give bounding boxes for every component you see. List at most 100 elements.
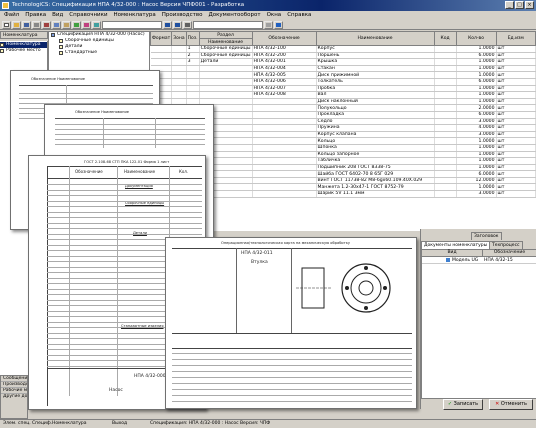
col-designation-br[interactable]: Обозначение <box>482 250 536 256</box>
menu-file[interactable]: Файл <box>4 11 19 20</box>
cell-name: Кольцо запорное <box>316 151 435 159</box>
col-zone[interactable]: Зона <box>171 31 187 46</box>
cell-pos <box>186 71 200 79</box>
table-row[interactable]: 1 Сборочные единицы НПА 4/32-100 Корпус 1.00… <box>150 45 536 53</box>
nav-forward-button[interactable] <box>173 21 182 29</box>
form-line <box>47 233 202 235</box>
cell-qty: 1.0000 <box>456 183 497 192</box>
cell-name: Табличка <box>316 157 435 165</box>
cut-button[interactable] <box>42 21 51 29</box>
menu-edit[interactable]: Правка <box>25 11 46 20</box>
menu-references[interactable]: Справочники <box>69 11 107 20</box>
status-tab-exit[interactable]: Выход <box>112 420 127 428</box>
tab-nomenclature[interactable]: Номенклатура <box>0 31 48 39</box>
tab-header[interactable]: Заголовок <box>471 232 502 240</box>
toolbar-dropdown-1[interactable] <box>102 21 162 29</box>
col-code[interactable]: Код <box>433 31 457 46</box>
tab-tech-process[interactable]: Техпроцесс <box>489 241 523 249</box>
cell-designation: НПА 4/32-200 <box>252 52 317 60</box>
menu-production[interactable]: Производство <box>162 11 203 20</box>
menu-windows[interactable]: Окна <box>267 11 282 20</box>
tree-button[interactable] <box>183 21 192 29</box>
doc-row[interactable]: Модель UG НПА 4/32-15 <box>422 257 536 264</box>
col-pos[interactable]: Поз. <box>185 31 200 46</box>
form-line <box>172 377 412 378</box>
paste-button[interactable] <box>62 21 71 29</box>
form-line <box>47 222 202 224</box>
col-unit[interactable]: Ед.изм <box>495 31 536 46</box>
col-designation[interactable]: Обозначение <box>251 31 317 46</box>
cell-code <box>434 144 457 152</box>
cell-section <box>199 71 253 79</box>
menu-document-flow[interactable]: Документооборот <box>208 11 260 20</box>
filter-button[interactable] <box>82 21 91 29</box>
cell-code <box>434 91 457 99</box>
cell-unit: шт <box>496 137 536 145</box>
left-bottom-other-docs[interactable]: Другие документы <box>1 394 27 400</box>
table-row[interactable]: НПА 4/32-005 Диск прижимной 1.0000 шт <box>150 71 536 79</box>
cell-name: Корпус <box>316 45 435 53</box>
refresh-button[interactable] <box>92 21 101 29</box>
status-tab-spec[interactable]: Специф. <box>32 420 52 428</box>
settings-button[interactable] <box>264 21 273 29</box>
copy-button[interactable] <box>52 21 61 29</box>
menu-nomenclature[interactable]: Номенклатура <box>114 11 156 20</box>
save-button[interactable]: ✓ Записать <box>443 399 483 410</box>
col-qty[interactable]: Кол-во <box>455 31 497 46</box>
col-kind[interactable]: Вид <box>422 250 482 256</box>
cancel-button[interactable]: ✕ Отменить <box>489 399 533 410</box>
find-button[interactable] <box>72 21 81 29</box>
cell-zone <box>171 78 187 86</box>
tree-item-standard[interactable]: Стандартные <box>49 50 149 56</box>
nav-back-button[interactable] <box>163 21 172 29</box>
cell-designation: НПА 4/32-005 <box>252 71 317 79</box>
cell-name: Шпонка <box>316 144 435 152</box>
cell-unit: шт <box>496 170 536 178</box>
status-tab-spec-elem[interactable]: Элем. спец. <box>3 420 31 428</box>
save-toolbar-button[interactable] <box>22 21 31 29</box>
cell-code <box>434 131 457 139</box>
table-row[interactable]: НПА 4/32-008 Вал 1.0000 шт <box>150 91 536 99</box>
tab-nomenclature-docs[interactable]: Документы номенклатуры <box>421 241 491 249</box>
cell-designation: НПА 4/32-100 <box>252 45 317 53</box>
cell-format <box>150 52 173 60</box>
status-tab-nomenclature[interactable]: Номенклатура <box>52 420 87 428</box>
cell-pos <box>186 85 200 93</box>
help-button[interactable] <box>274 21 283 29</box>
menu-help[interactable]: Справка <box>287 11 311 20</box>
col-section[interactable]: Раздел <box>198 31 253 39</box>
table-row[interactable]: 3 Детали НПА 4/32-001 Крышка 1.0000 шт <box>150 58 536 66</box>
print-button[interactable] <box>32 21 41 29</box>
table-row[interactable]: НПА 4/32-007 Пробка 1.0000 шт <box>150 85 536 93</box>
close-button[interactable]: × <box>525 1 534 9</box>
minimize-button[interactable]: _ <box>505 1 514 9</box>
cell-code <box>434 104 457 112</box>
table-row[interactable]: 2 Сборочные единицы НПА 4/32-200 Поршень 6.0… <box>150 52 536 60</box>
toolbar-dropdown-2[interactable] <box>193 21 263 29</box>
form-line <box>47 211 202 213</box>
cell-qty: 1.0000 <box>456 91 497 99</box>
table-row[interactable]: НПА 4/32-006 Толкатель 6.0000 шт <box>150 78 536 86</box>
status-text: Спецификация: НПА 4/32-000 : Насос Верси… <box>150 421 271 426</box>
cell-name: Корпус клапана <box>316 131 435 139</box>
cell-unit: шт <box>496 183 536 192</box>
left-item-workplace[interactable]: Рабочее место <box>0 48 47 54</box>
col-name[interactable]: Наименование <box>315 31 435 46</box>
app-icon <box>2 2 9 9</box>
menu-view[interactable]: Вид <box>52 11 63 20</box>
maximize-button[interactable]: □ <box>515 1 524 9</box>
cell-qty: 1.0000 <box>456 137 497 145</box>
table-row[interactable]: НПА 4/32-004 Стакан 1.0000 шт <box>150 65 536 73</box>
model-icon <box>446 258 450 262</box>
cell-code <box>434 190 457 198</box>
cell-code <box>434 98 457 106</box>
folder-icon <box>59 51 63 55</box>
cell-designation <box>252 164 317 172</box>
folder-icon <box>59 39 63 43</box>
open-button[interactable] <box>12 21 21 29</box>
cell-name: Диск наклонный <box>316 98 435 106</box>
new-doc-button[interactable] <box>2 21 11 29</box>
col-format[interactable]: Формат <box>149 31 173 46</box>
form-line <box>172 371 412 372</box>
cell-section: Сборочные единицы <box>199 45 253 53</box>
